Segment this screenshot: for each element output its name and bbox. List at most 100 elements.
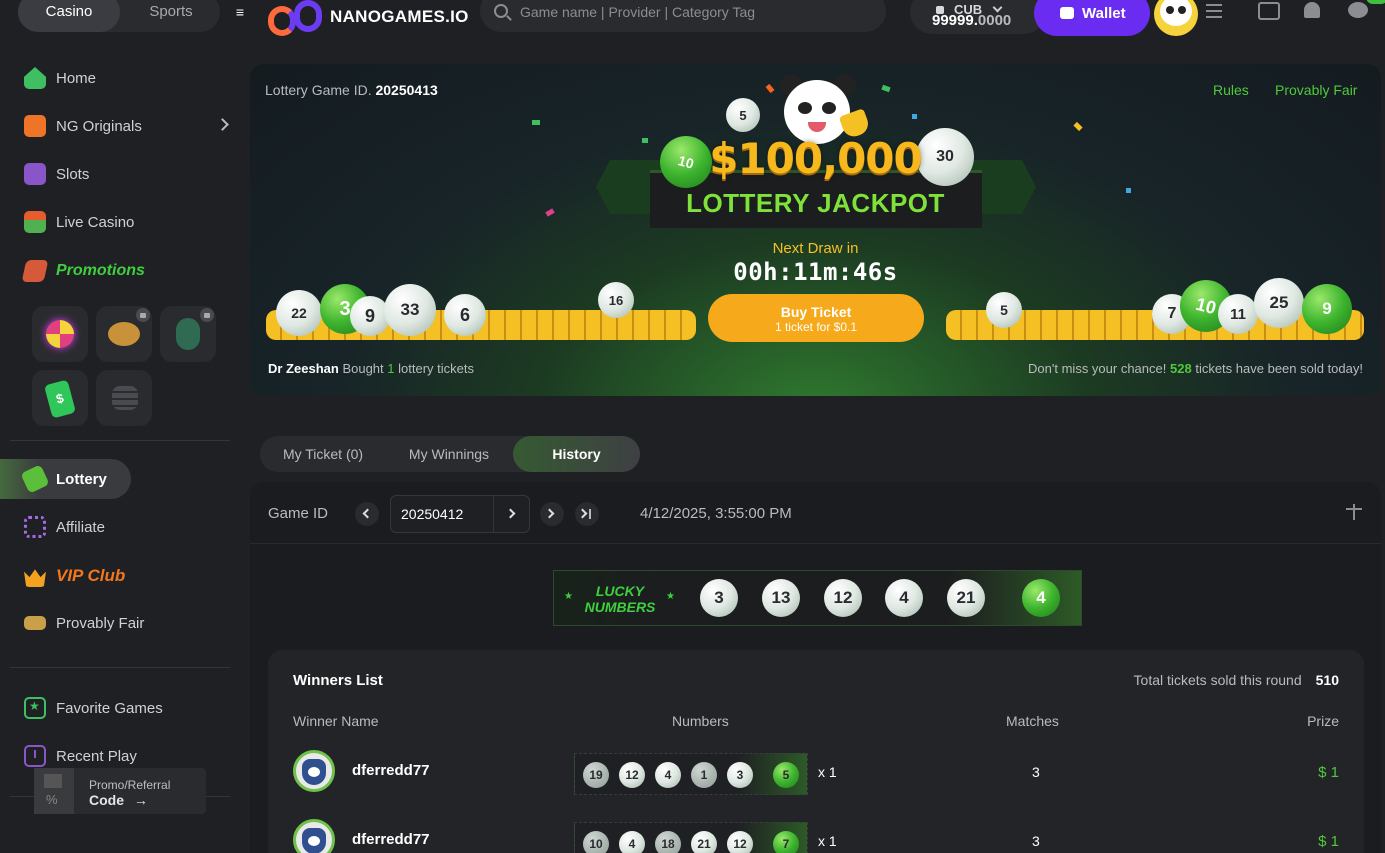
sidebar-item-ng-originals[interactable]: NG Originals <box>24 112 142 140</box>
go-game-button[interactable] <box>493 496 530 532</box>
balance-scale-icon[interactable] <box>1346 504 1362 520</box>
tab-sports[interactable]: Sports <box>128 0 214 32</box>
number-ball: 3 <box>727 762 753 788</box>
col-numbers: Numbers <box>672 713 729 729</box>
number-ball: 21 <box>691 831 717 853</box>
coin-stack-icon <box>112 386 138 410</box>
winner-name: dferredd77 <box>352 762 430 779</box>
gift-icon: % <box>34 768 74 814</box>
col-prize: Prize <box>1307 713 1339 729</box>
arrow-right-icon: → <box>133 792 148 808</box>
balance-selector[interactable]: CUB 99999.0000 <box>910 0 1046 34</box>
piggy-bank-tile[interactable] <box>96 306 152 362</box>
chevron-right-icon <box>544 508 555 519</box>
game-id-field[interactable] <box>390 495 530 533</box>
number-ball: 1 <box>691 762 717 788</box>
star-icon: ★ <box>564 591 573 602</box>
sidebar-item-favorite-games[interactable]: Favorite Games <box>24 694 163 722</box>
sidebar-item-live-casino[interactable]: Live Casino <box>24 208 134 236</box>
site-logo[interactable]: NANOGAMES.IO <box>268 0 469 36</box>
user-avatar[interactable] <box>1154 0 1198 36</box>
table-row: dferredd77 10 4 18 21 12 7 x 1 3 $ 1 <box>268 819 1364 853</box>
lucky-number-ball: 13 <box>762 579 800 617</box>
chevron-right-icon <box>505 508 516 519</box>
number-ball: 10 <box>583 831 609 853</box>
lottery-banner: Lottery Game ID. 20250413 Rules Provably… <box>250 64 1381 396</box>
menu-toggle-icon[interactable]: ≡ <box>230 2 250 22</box>
cashback-tile[interactable]: $ <box>32 370 88 426</box>
tab-my-winnings[interactable]: My Winnings <box>386 436 512 472</box>
chevron-right-icon <box>577 508 588 519</box>
coins-tile[interactable] <box>96 370 152 426</box>
rules-link[interactable]: Rules <box>1213 82 1249 98</box>
sidebar-item-lottery[interactable]: Lottery <box>20 464 107 494</box>
affiliate-icon <box>24 516 46 538</box>
lottery-ball: 11 <box>1218 294 1258 334</box>
lottery-ticket-icon <box>20 464 50 494</box>
ticket-tabs: My Ticket (0) My Winnings History <box>260 436 640 472</box>
tab-casino[interactable]: Casino <box>18 0 120 32</box>
lucky-wheel-tile[interactable] <box>32 306 88 362</box>
sidebar-item-vip-club[interactable]: VIP Club <box>24 562 125 590</box>
lock-icon <box>136 308 150 322</box>
sidebar-item-affiliate[interactable]: Affiliate <box>24 513 105 541</box>
sidebar-item-promotions[interactable]: Promotions <box>21 257 145 285</box>
provably-fair-link[interactable]: Provably Fair <box>1275 82 1357 98</box>
lottery-ball: 16 <box>598 282 634 318</box>
mail-icon[interactable] <box>1258 2 1280 20</box>
table-row: dferredd77 19 12 4 1 3 5 x 1 3 $ 1 <box>268 750 1364 810</box>
ticket-multiplier: x 1 <box>818 764 837 780</box>
number-ball: 12 <box>619 762 645 788</box>
promo-label: Promo/Referral <box>89 778 171 792</box>
search-bar[interactable] <box>480 0 886 32</box>
bell-icon[interactable] <box>1302 2 1324 20</box>
col-matches: Matches <box>1006 713 1059 729</box>
buy-ticket-button[interactable]: Buy Ticket 1 ticket for $0.1 <box>708 294 924 342</box>
search-input[interactable] <box>520 2 860 22</box>
promo-code-button[interactable]: % Promo/Referral Code → <box>34 768 206 814</box>
lottery-ball: 5 <box>726 98 760 132</box>
sidebar-item-provably-fair[interactable]: Provably Fair <box>24 609 144 637</box>
number-ball: 18 <box>655 831 681 853</box>
wallet-button[interactable]: Wallet <box>1034 0 1150 36</box>
prize-amount: $ 1 <box>1318 764 1339 781</box>
wallet-label: Wallet <box>1082 5 1126 22</box>
chevron-right-icon[interactable] <box>216 118 229 131</box>
match-count: 3 <box>1032 764 1040 780</box>
tab-history[interactable]: History <box>513 436 640 472</box>
list-menu-icon[interactable] <box>1206 4 1222 18</box>
sidebar-item-home[interactable]: Home <box>24 64 96 92</box>
promotions-icon <box>21 260 49 282</box>
sidebar-divider <box>10 440 230 441</box>
sidebar-item-slots[interactable]: Slots <box>24 160 89 188</box>
sidebar-item-recent-play[interactable]: Recent Play <box>24 742 137 770</box>
beetle-tile[interactable] <box>160 306 216 362</box>
chevron-down-icon <box>992 2 1003 13</box>
search-icon <box>494 4 508 18</box>
jackpot-title: LOTTERY JACKPOT <box>686 188 945 218</box>
special-number-ball: 5 <box>773 762 799 788</box>
jackpot-amount: $100,000 <box>709 134 923 183</box>
chat-icon[interactable] <box>1348 2 1370 20</box>
total-tickets-sold: Total tickets sold this round 510 <box>1133 672 1339 688</box>
prize-amount: $ 1 <box>1318 833 1339 850</box>
special-number-ball: 7 <box>773 831 799 853</box>
previous-game-button[interactable] <box>355 502 379 526</box>
buy-ticket-label: Buy Ticket <box>780 304 852 320</box>
recent-purchase-ticker: Dr Zeeshan Bought 1 lottery tickets <box>268 361 474 376</box>
match-count: 3 <box>1032 833 1040 849</box>
avatar <box>293 819 335 853</box>
lottery-ball: 9 <box>1302 284 1352 334</box>
tab-my-ticket[interactable]: My Ticket (0) <box>260 436 386 472</box>
lottery-ball: 33 <box>384 284 436 336</box>
star-icon <box>24 697 46 719</box>
lock-icon <box>200 308 214 322</box>
next-game-button[interactable] <box>540 502 564 526</box>
confetti-icon <box>765 83 775 94</box>
confetti-icon <box>1073 121 1083 132</box>
latest-game-button[interactable] <box>575 502 599 526</box>
ticket-numbers: 19 12 4 1 3 5 <box>574 753 808 795</box>
chevron-left-icon <box>362 508 373 519</box>
game-id-input[interactable] <box>401 506 487 522</box>
beetle-icon <box>176 318 200 350</box>
